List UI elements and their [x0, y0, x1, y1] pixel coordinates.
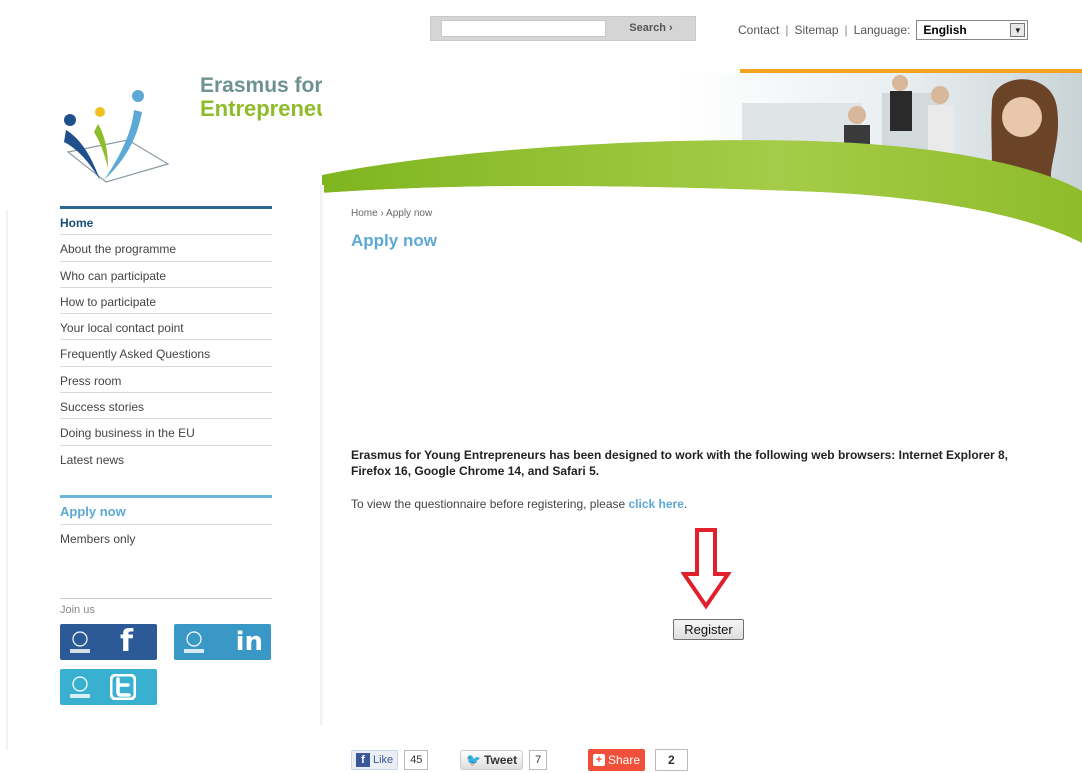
breadcrumb-separator: › [380, 208, 384, 219]
sidebar-item-about[interactable]: About the programme [60, 235, 272, 262]
sidebar-item-members-only[interactable]: Members only [60, 525, 272, 552]
questionnaire-suffix: . [683, 497, 688, 511]
separator: | [785, 23, 789, 37]
share-widget: + Share 2 [588, 749, 688, 771]
tweet-label: Tweet [483, 753, 518, 767]
linkedin-icon: in [235, 627, 263, 657]
search-bar: Search › [430, 16, 696, 41]
twitter-bird-icon: 🐦 [466, 753, 481, 767]
chevron-down-icon[interactable]: ▼ [1010, 23, 1026, 37]
erasmus-mini-logo-icon [70, 631, 90, 653]
erasmus-mini-logo-icon [184, 631, 204, 653]
register-button[interactable]: Register [673, 619, 744, 640]
tweet-button[interactable]: 🐦 Tweet [460, 750, 524, 770]
breadcrumb-current: Apply now [386, 208, 433, 219]
questionnaire-text: To view the questionnaire before registe… [351, 497, 629, 511]
erasmus-logo-icon[interactable] [58, 82, 178, 186]
facebook-like-widget: f Like 45 [351, 749, 429, 771]
twitter-icon [110, 674, 136, 700]
divider [60, 598, 272, 599]
header-banner-image [322, 73, 1082, 249]
sidebar-item-latest-news[interactable]: Latest news [60, 446, 272, 472]
language-label: Language: [853, 23, 911, 37]
sidebar-item-how-to-participate[interactable]: How to participate [60, 288, 272, 315]
language-select[interactable]: English ▼ [916, 20, 1029, 40]
arrow-down-icon [681, 528, 731, 610]
facebook-button[interactable]: f [60, 624, 157, 660]
page-title: Apply now [351, 231, 437, 250]
sidebar-item-home[interactable]: Home [60, 209, 272, 236]
plus-icon: + [593, 754, 605, 766]
questionnaire-note: To view the questionnaire before registe… [351, 497, 687, 511]
sidebar-nav-secondary: Apply now Members only [60, 498, 272, 552]
facebook-like-button[interactable]: f Like [351, 750, 399, 770]
page-left-edge [6, 210, 8, 750]
search-input[interactable] [441, 20, 606, 37]
questionnaire-click-here-link[interactable]: click here [629, 497, 684, 511]
sitemap-link[interactable]: Sitemap [794, 23, 838, 37]
separator: | [844, 23, 848, 37]
sidebar-item-doing-business[interactable]: Doing business in the EU [60, 419, 272, 446]
sidebar-item-who-can-participate[interactable]: Who can participate [60, 262, 272, 288]
share-button[interactable]: + Share [588, 749, 646, 771]
share-count: 2 [655, 749, 688, 771]
share-label: Share [608, 753, 641, 767]
search-button[interactable]: Search › [607, 17, 695, 40]
sidebar-nav: Home About the programme Who can partici… [60, 209, 272, 472]
sidebar-item-faq[interactable]: Frequently Asked Questions [60, 340, 272, 367]
sidebar-item-local-contact[interactable]: Your local contact point [60, 314, 272, 341]
like-label: Like [373, 754, 394, 766]
browser-compatibility-note: Erasmus for Young Entrepreneurs has been… [351, 448, 1009, 478]
join-us-label: Join us [60, 604, 95, 616]
breadcrumb: Home › Apply now [351, 208, 432, 219]
twitter-button[interactable] [60, 669, 157, 705]
breadcrumb-home[interactable]: Home [351, 208, 378, 219]
sidebar-item-success-stories[interactable]: Success stories [60, 393, 272, 420]
sidebar-item-apply-now[interactable]: Apply now [60, 498, 272, 525]
erasmus-mini-logo-icon [70, 676, 90, 698]
language-value: English [923, 23, 967, 37]
sidebar-item-press-room[interactable]: Press room [60, 367, 272, 394]
like-count: 45 [404, 750, 429, 770]
facebook-icon: f [356, 753, 370, 767]
content-edge-shadow [320, 185, 324, 725]
top-links: Contact | Sitemap | Language: English ▼ [738, 20, 1029, 40]
contact-link[interactable]: Contact [738, 23, 779, 37]
linkedin-button[interactable]: in [174, 624, 271, 660]
facebook-icon: f [119, 624, 133, 659]
tweet-widget: 🐦 Tweet 7 [460, 749, 548, 771]
tweet-count: 7 [529, 750, 548, 770]
